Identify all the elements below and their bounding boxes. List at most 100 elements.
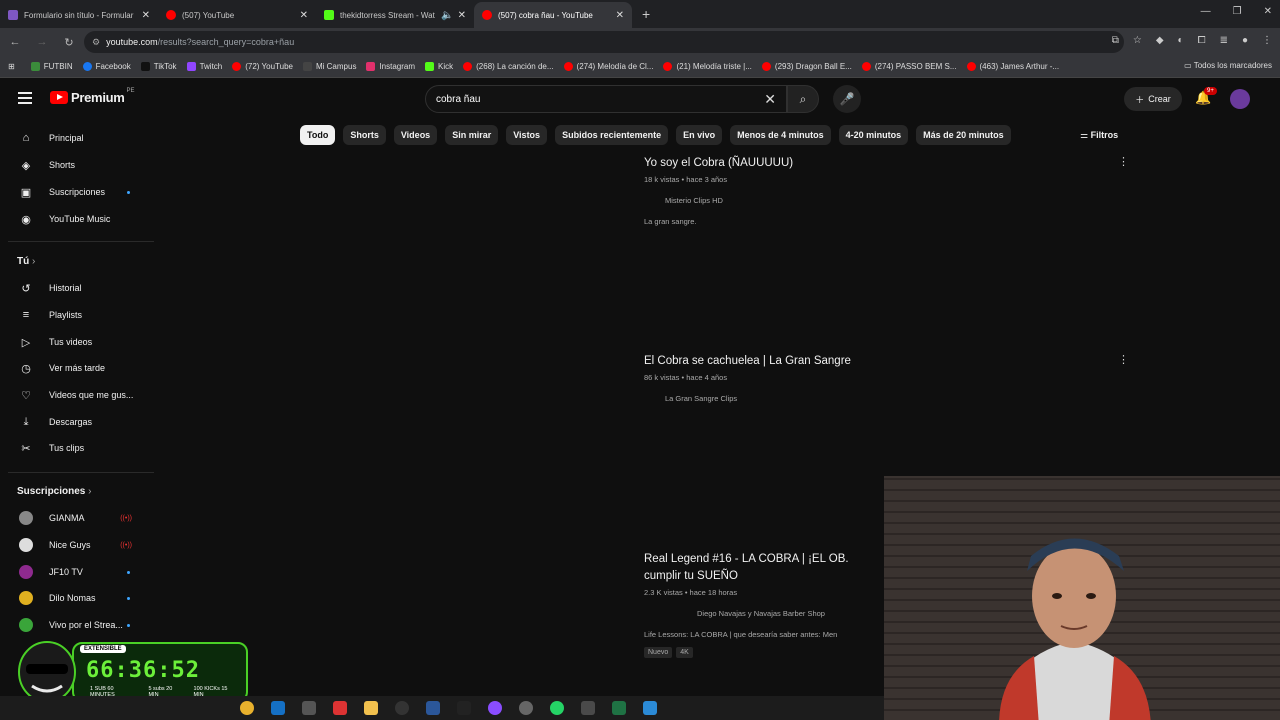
video-title[interactable]: Real Legend #16 - LA COBRA | ¡EL OB. cump… — [644, 551, 849, 585]
sidebar-item-suscripciones[interactable]: ▣ Suscripciones — [0, 179, 150, 205]
channel-name[interactable]: Misterio Clips HD — [644, 196, 1124, 205]
chip-menos-4-min[interactable]: Menos de 4 minutos — [730, 125, 831, 145]
media-icon[interactable]: ≣ — [1220, 35, 1228, 46]
chip-subidos-recientemente[interactable]: Subidos recientemente — [555, 125, 669, 145]
sidebar-item-ver-mas-tarde[interactable]: ◷ Ver más tarde — [0, 355, 150, 381]
extensions-puzzle-icon[interactable]: ⧠ — [1198, 35, 1206, 46]
file-explorer-icon[interactable] — [364, 701, 378, 715]
subscriptions-heading[interactable]: Suscripciones › — [17, 486, 91, 497]
bookmark-item[interactable]: (268) La canción de... — [463, 62, 554, 71]
sidebar-item-historial[interactable]: ↺ Historial — [0, 275, 150, 301]
search-result[interactable]: El Cobra se cachuelea | La Gran Sangre 8… — [644, 353, 1124, 403]
sidebar-item-tus-clips[interactable]: ✂ Tus clips — [0, 435, 150, 461]
chip-shorts[interactable]: Shorts — [343, 125, 386, 145]
whatsapp-icon[interactable] — [550, 701, 564, 715]
reload-icon[interactable]: ↻ — [57, 36, 81, 49]
app-icon[interactable] — [333, 701, 347, 715]
subscription-channel[interactable]: JF10 TV — [0, 559, 150, 585]
bookmark-item[interactable]: Facebook — [82, 62, 131, 71]
app-icon[interactable] — [302, 701, 316, 715]
site-info-icon[interactable]: ⚙ — [92, 37, 100, 48]
app-icon[interactable] — [643, 701, 657, 715]
chip-videos[interactable]: Videos — [393, 125, 438, 145]
youtube-logo[interactable]: Premium PE — [50, 88, 135, 105]
hamburger-menu-icon[interactable] — [18, 92, 32, 104]
forward-icon[interactable]: → — [30, 36, 54, 48]
subscription-channel[interactable]: GIANMA ((•)) — [0, 505, 150, 531]
filters-button[interactable]: ⚌ Filtros — [1080, 130, 1118, 141]
close-tab-icon[interactable]: ✕ — [142, 10, 150, 21]
video-title[interactable]: Yo soy el Cobra (ÑAUUUUU) — [644, 155, 1124, 172]
bookmark-item[interactable]: (21) Melodía triste |... — [663, 62, 752, 71]
back-icon[interactable]: ← — [3, 36, 27, 48]
close-tab-icon[interactable]: ✕ — [616, 10, 624, 21]
minimize-icon[interactable]: — — [1201, 6, 1211, 17]
apps-icon[interactable]: ⊞ — [8, 62, 15, 71]
channel-name[interactable]: Diego Navajas y Navajas Barber Shop — [644, 609, 849, 618]
chip-todo[interactable]: Todo — [300, 125, 336, 145]
search-input[interactable]: cobra ñau ✕ — [425, 85, 787, 113]
avatar[interactable] — [1230, 89, 1250, 109]
bookmark-item[interactable]: (463) James Arthur -... — [966, 62, 1059, 71]
chip-en-vivo[interactable]: En vivo — [676, 125, 723, 145]
chip-4-20-min[interactable]: 4-20 minutos — [838, 125, 909, 145]
bookmark-item[interactable]: Kick — [425, 62, 453, 71]
app-icon[interactable] — [519, 701, 533, 715]
bookmark-star-icon[interactable]: ☆ — [1133, 35, 1142, 46]
url-field[interactable]: ⚙ youtube.com /results?search_query=cobr… — [84, 31, 1124, 53]
more-options-icon[interactable]: ⋮ — [1118, 353, 1129, 366]
excel-icon[interactable] — [612, 701, 626, 715]
subscription-channel[interactable]: Nice Guys ((•)) — [0, 532, 150, 558]
bookmark-item[interactable]: (274) Melodía de Cl... — [563, 62, 653, 71]
new-tab-button[interactable]: + — [632, 6, 660, 22]
browser-tab[interactable]: thekidtorress Stream - Wat 🔈 ✕ — [316, 2, 474, 28]
profile-icon[interactable]: ● — [1242, 35, 1248, 46]
sidebar-item-principal[interactable]: ⌂ Principal — [0, 125, 150, 151]
sidebar-item-shorts[interactable]: ◈ Shorts — [0, 152, 150, 178]
chip-vistos[interactable]: Vistos — [506, 125, 548, 145]
sidebar-item-liked-videos[interactable]: ♡ Videos que me gus... — [0, 382, 150, 408]
create-button[interactable]: ＋ Crear — [1124, 87, 1182, 111]
bookmark-item[interactable]: Instagram — [366, 62, 415, 71]
app-icon[interactable] — [395, 701, 409, 715]
install-icon[interactable]: ⧉ — [1112, 35, 1119, 46]
extension-icon[interactable]: ◐ — [1178, 35, 1184, 46]
bookmark-item[interactable]: (293) Dragon Ball E... — [761, 62, 852, 71]
channel-name[interactable]: La Gran Sangre Clips — [644, 394, 1124, 403]
video-title[interactable]: El Cobra se cachuelea | La Gran Sangre — [644, 353, 1124, 370]
close-tab-icon[interactable]: ✕ — [300, 10, 308, 21]
browser-tab[interactable]: Formulario sin título - Formular ✕ — [0, 2, 158, 28]
bookmark-item[interactable]: (274) PASSO BEM S... — [861, 62, 957, 71]
chrome-icon[interactable] — [240, 701, 254, 715]
extension-icon[interactable]: ◆ — [1156, 35, 1164, 46]
calculator-icon[interactable] — [581, 701, 595, 715]
browser-tab-active[interactable]: (507) cobra ñau - YouTube ✕ — [474, 2, 632, 28]
word-icon[interactable] — [426, 701, 440, 715]
all-bookmarks[interactable]: ▭ Todos los marcadores — [1184, 61, 1272, 70]
browser-tab[interactable]: (507) YouTube ✕ — [158, 2, 316, 28]
you-section-heading[interactable]: Tú › — [17, 256, 35, 267]
menu-icon[interactable]: ⋮ — [1262, 35, 1272, 46]
audio-icon[interactable]: 🔈 — [441, 10, 453, 21]
chip-mas-20-min[interactable]: Más de 20 minutos — [916, 125, 1011, 145]
clear-search-icon[interactable]: ✕ — [764, 91, 776, 108]
bookmark-item[interactable]: Mi Campus — [302, 62, 356, 71]
chip-sin-mirar[interactable]: Sin mirar — [445, 125, 499, 145]
voice-search-button[interactable]: 🎤 — [833, 85, 861, 113]
sidebar-item-youtube-music[interactable]: ◉ YouTube Music — [0, 206, 150, 232]
bookmark-item[interactable]: FUTBIN — [30, 62, 73, 71]
maximize-icon[interactable]: ❐ — [1233, 6, 1242, 17]
messenger-icon[interactable] — [488, 701, 502, 715]
close-window-icon[interactable]: ✕ — [1264, 6, 1272, 17]
more-options-icon[interactable]: ⋮ — [1118, 155, 1129, 168]
bookmark-item[interactable]: TikTok — [140, 62, 177, 71]
sidebar-item-descargas[interactable]: ⤓ Descargas — [0, 409, 150, 435]
close-tab-icon[interactable]: ✕ — [458, 10, 466, 21]
search-result[interactable]: Yo soy el Cobra (ÑAUUUUU) 18 k vistas • … — [644, 155, 1124, 226]
sidebar-item-playlists[interactable]: ≡ Playlists — [0, 302, 150, 328]
search-button[interactable]: ⌕ — [787, 85, 819, 113]
app-icon[interactable] — [457, 701, 471, 715]
bookmark-item[interactable]: (72) YouTube — [232, 62, 293, 71]
sidebar-item-tus-videos[interactable]: ▷ Tus videos — [0, 329, 150, 355]
outlook-icon[interactable] — [271, 701, 285, 715]
